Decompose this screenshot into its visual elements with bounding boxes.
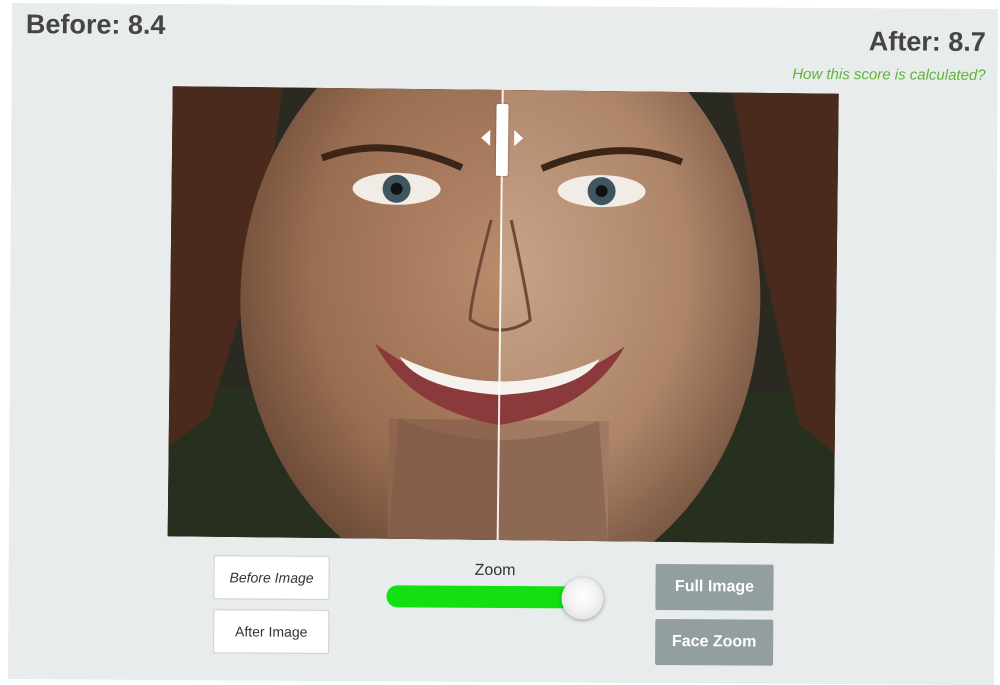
zoom-slider-thumb[interactable] (561, 577, 604, 620)
drag-handle-icon[interactable] (495, 103, 509, 177)
zoom-label: Zoom (474, 561, 516, 580)
after-score: After: 8.7 (868, 26, 986, 57)
arrow-left-icon[interactable] (481, 129, 491, 146)
zoom-slider-track[interactable] (386, 585, 583, 609)
full-image-button[interactable]: Full Image (655, 563, 774, 611)
comparison-panel: Before: 8.4 After: 8.7 How this score is… (7, 2, 999, 685)
score-calculation-link[interactable]: How this score is calculated? (792, 66, 986, 84)
face-zoom-button[interactable]: Face Zoom (655, 618, 774, 666)
after-image-button[interactable]: After Image (213, 609, 330, 654)
before-score: Before: 8.4 (25, 9, 166, 40)
before-image-button[interactable]: Before Image (213, 555, 330, 600)
before-after-image-viewer[interactable] (167, 86, 839, 544)
arrow-right-icon[interactable] (514, 130, 524, 147)
